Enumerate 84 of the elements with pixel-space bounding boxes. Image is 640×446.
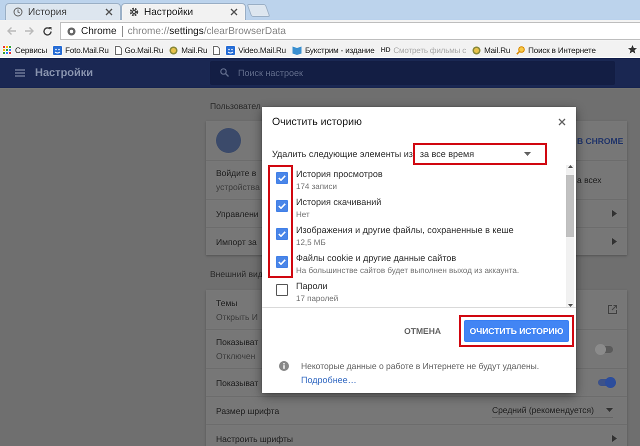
cancel-button[interactable]: ОТМЕНА (404, 326, 441, 336)
toggle-switch[interactable] (598, 346, 613, 352)
setting-description: устройства (216, 182, 260, 192)
learn-more-link[interactable]: Подробнее… (301, 375, 540, 385)
clear-history-button[interactable]: ОЧИСТИТЬ ИСТОРИЮ (464, 320, 569, 342)
page-title: Настройки (35, 67, 94, 79)
search-icon (220, 68, 229, 77)
setting-label: Темы (216, 298, 238, 308)
setting-label: Управлени (216, 208, 259, 218)
caret-icon (524, 152, 531, 156)
font-size-dropdown[interactable]: Средний (рекомендуется) (492, 403, 613, 418)
bookmark[interactable] (213, 46, 220, 54)
globe-icon (169, 46, 178, 54)
address-bar[interactable]: Chrome chrome://settings/clearBrowserData (60, 22, 640, 40)
bookmark[interactable]: Поиск в Интернете (516, 46, 596, 54)
reload-icon[interactable] (42, 26, 53, 36)
smiley-square-icon (226, 46, 236, 54)
caret-icon (606, 408, 613, 412)
bookmark[interactable]: Сервисы (3, 46, 48, 54)
site-label: Chrome (81, 26, 117, 36)
chrome-icon (67, 26, 76, 36)
section-heading: Пользовател (209, 100, 261, 113)
setting-label: Размер шрифта (216, 406, 280, 416)
checkbox[interactable] (276, 172, 288, 184)
setting-description: Отключен (216, 351, 256, 361)
option-label: История просмотров (296, 169, 383, 179)
bookmark[interactable]: Mail.Ru (472, 46, 510, 54)
setting-label: Войдите в (216, 168, 256, 178)
setting-label: Импорт за (216, 236, 257, 246)
book-icon (292, 46, 302, 54)
info-text: Некоторые данные о работе в Интернете не будут удалены. (301, 361, 540, 371)
toggle-switch[interactable] (598, 379, 613, 386)
info-icon (279, 361, 289, 371)
search-field[interactable]: Поиск настроек (210, 61, 615, 85)
section-heading: Внешний вид (209, 268, 263, 281)
browser-tab[interactable]: Настройки (121, 3, 246, 20)
option-label: История скачиваний (296, 197, 382, 207)
checkbox[interactable] (276, 200, 288, 212)
checkbox[interactable] (276, 284, 288, 296)
close-icon[interactable] (558, 118, 566, 126)
browser-tab[interactable]: История (5, 3, 121, 20)
option-description: На большинстве сайтов будет выполнен выход из аккаунта. (296, 266, 520, 275)
setting-label: Показыват (216, 337, 258, 347)
avatar-placeholder (216, 128, 241, 153)
setting-label: Показыват (216, 378, 258, 388)
url-text: chrome://settings/clearBrowserData (128, 26, 286, 36)
bookmark[interactable]: Foto.Mail.Ru (53, 46, 109, 54)
globe-icon (472, 46, 482, 54)
option-label: Изображения и другие файлы, сохраненные в кеше (296, 225, 514, 235)
clock-icon (13, 7, 23, 17)
bookmark[interactable]: Mail.Ru (169, 46, 208, 54)
arrow-right-icon[interactable] (612, 238, 617, 245)
bookmark[interactable]: Video.Mail.Ru (226, 46, 286, 54)
time-range-dropdown[interactable]: за все время (412, 143, 547, 165)
arrow-right-icon[interactable] (612, 210, 617, 217)
dialog-title: Очистить историю (272, 116, 362, 128)
option-description: 17 паролей (296, 294, 338, 303)
close-icon[interactable] (105, 8, 113, 16)
document-icon (114, 46, 122, 54)
field-label: Удалить следующие элементы из (272, 149, 413, 159)
smiley-square-icon (53, 46, 62, 54)
document-icon (213, 46, 220, 54)
magnifier-icon (516, 46, 526, 54)
menu-icon[interactable] (15, 69, 25, 77)
option-label: Пароли (296, 281, 329, 291)
apps-grid-icon (3, 46, 12, 54)
checkbox[interactable] (276, 228, 288, 240)
option-description: Нет (296, 210, 311, 219)
gear-icon (129, 7, 139, 17)
checkbox[interactable] (276, 256, 288, 268)
option-description: 12,5 МБ (296, 238, 327, 247)
star-icon[interactable] (628, 44, 637, 54)
bookmark[interactable]: Go.Mail.Ru (114, 46, 164, 54)
scroll-down-icon[interactable] (568, 304, 572, 307)
external-link-icon[interactable] (608, 305, 617, 314)
scroll-up-icon[interactable] (568, 165, 572, 168)
option-description: 174 записи (296, 182, 338, 191)
option-label: Файлы cookie и другие данные сайтов (296, 253, 458, 263)
close-icon[interactable] (230, 8, 238, 16)
setting-label: Настроить шрифты (216, 434, 293, 444)
setting-description: а всех (577, 175, 602, 185)
arrow-right-icon[interactable] (612, 435, 617, 442)
setting-description: Открыть И (216, 312, 258, 322)
bookmark[interactable]: Букстрим - издание (292, 46, 375, 54)
